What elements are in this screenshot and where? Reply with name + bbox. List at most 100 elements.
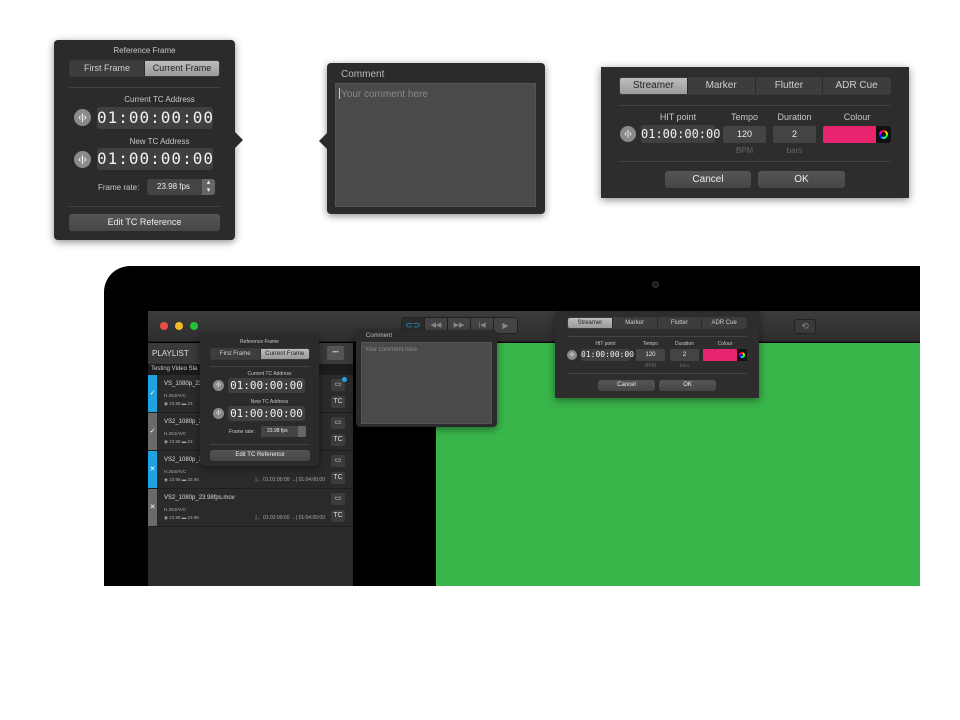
- edit-tc-reference-button[interactable]: Edit TC Reference: [69, 214, 220, 231]
- video-fps: 23: [187, 401, 193, 406]
- duration-input[interactable]: 2: [670, 349, 699, 361]
- frame-rate-value: 23.98 fps: [267, 428, 288, 434]
- fps: 23.98: [169, 515, 181, 520]
- comment-textarea[interactable]: Your comment here: [335, 83, 536, 207]
- codec: H.264/AVC: [164, 507, 187, 512]
- colour-picker-button[interactable]: [876, 126, 891, 143]
- edit-tc-reference-button[interactable]: Edit TC Reference: [210, 450, 310, 461]
- codec: H.264/AVC: [164, 393, 187, 398]
- status-icon: ✕: [149, 504, 156, 511]
- ok-button[interactable]: OK: [659, 380, 716, 391]
- tab-streamer[interactable]: Streamer: [620, 78, 688, 94]
- tab-adr-cue[interactable]: ADR Cue: [823, 78, 890, 94]
- color-wheel-icon: [739, 352, 745, 358]
- mini-tc-popover: Reference Frame First Frame Current Fram…: [200, 334, 319, 466]
- comment-placeholder: Your comment here: [341, 89, 428, 100]
- codec: H.264/AVC: [164, 431, 187, 436]
- comment-title: Comment: [341, 69, 385, 80]
- tab-flutter[interactable]: Flutter: [756, 78, 824, 94]
- first-frame-segment[interactable]: First Frame: [211, 349, 261, 359]
- playlist-item[interactable]: ✕ VS2_1080p_23.98fps.mov H.264/AVC ◉ 23.98 …: [148, 489, 353, 527]
- cue-dialog: Streamer Marker Flutter ADR Cue HIT poin…: [601, 67, 909, 198]
- tab-marker[interactable]: Marker: [613, 318, 658, 328]
- popover-arrow: [235, 132, 243, 148]
- tempo-label: Tempo: [642, 341, 658, 347]
- new-tc-label: New TC Address: [129, 137, 190, 146]
- unread-dot-icon: [342, 377, 347, 382]
- zoom-window-button[interactable]: [190, 322, 198, 330]
- frame-rate-select[interactable]: 23.98 fps ▴ ▾: [147, 179, 215, 195]
- nudge-icon[interactable]: ‹|›: [620, 126, 636, 142]
- out-time: 01:04:00:00: [298, 515, 325, 521]
- first-frame-segment[interactable]: First Frame: [70, 61, 145, 76]
- frame-rate-select[interactable]: 23.98 fps: [261, 426, 306, 437]
- divider: [210, 444, 309, 445]
- frame-rates: ◉ 23.98 ▬ 23: [164, 439, 193, 444]
- tab-streamer[interactable]: Streamer: [568, 318, 613, 328]
- status-strip[interactable]: ✓: [148, 413, 157, 450]
- nudge-icon[interactable]: ‹|›: [213, 380, 224, 391]
- cancel-button[interactable]: Cancel: [598, 380, 655, 391]
- colour-picker-button[interactable]: [737, 349, 747, 361]
- status-strip[interactable]: ✓: [148, 375, 157, 412]
- current-frame-segment[interactable]: Current Frame: [260, 349, 309, 359]
- frame-rates: ◉ 23.98 ▬ 23.98: [164, 515, 199, 520]
- loop-icon[interactable]: ⟲: [794, 319, 816, 334]
- more-options-button[interactable]: •••: [327, 346, 344, 360]
- tab-marker[interactable]: Marker: [688, 78, 756, 94]
- file-name: VS2_1080p_23.98fps.mov: [164, 495, 235, 501]
- tc-button[interactable]: TC: [331, 472, 345, 484]
- status-strip[interactable]: ✕: [148, 489, 157, 526]
- nudge-icon[interactable]: ‹|›: [74, 151, 91, 168]
- mini-comment-popover: Comment Your comment here: [356, 330, 497, 427]
- tc-button[interactable]: TC: [331, 434, 345, 446]
- divider: [567, 336, 747, 337]
- divider: [69, 87, 220, 88]
- hit-point-label: HIT point: [659, 112, 697, 122]
- tempo-unit: BPM: [735, 146, 754, 155]
- status-strip[interactable]: ✕: [148, 451, 157, 488]
- reference-frame-label: Reference Frame: [240, 339, 279, 345]
- in-out-times: |← 01:02:00:00 →| 01:04:00:00: [255, 515, 325, 521]
- file-name: VS_1080p_23: [164, 381, 203, 387]
- close-window-button[interactable]: [160, 322, 168, 330]
- codec: H.264/AVC: [164, 469, 187, 474]
- ok-button[interactable]: OK: [758, 171, 845, 188]
- cancel-button[interactable]: Cancel: [665, 171, 751, 188]
- hit-point-input[interactable]: 01:00:00:00: [581, 349, 634, 361]
- current-frame-segment[interactable]: Current Frame: [145, 61, 219, 76]
- fps: 23.98: [169, 439, 181, 444]
- nudge-icon[interactable]: ‹|›: [567, 350, 577, 360]
- cue-type-tabs: Streamer Marker Flutter ADR Cue: [567, 317, 747, 329]
- new-tc-input[interactable]: 01:00:00:00: [228, 406, 305, 421]
- file-name: VS2_1080p_2: [164, 457, 203, 463]
- divider: [619, 105, 891, 106]
- duration-input[interactable]: 2: [773, 126, 816, 143]
- frame-rate-label: Frame rate:: [98, 183, 140, 192]
- tc-button[interactable]: TC: [331, 510, 345, 522]
- stepper-icon[interactable]: ▴ ▾: [202, 179, 215, 195]
- tab-flutter[interactable]: Flutter: [658, 318, 703, 328]
- tab-adr-cue[interactable]: ADR Cue: [702, 318, 746, 328]
- new-tc-input[interactable]: 01:00:00:00: [97, 148, 213, 170]
- frame-rate-label: Frame rate:: [229, 429, 255, 435]
- video-fps: 23: [187, 439, 193, 444]
- comment-icon[interactable]: ▭: [331, 493, 345, 505]
- nudge-icon[interactable]: ‹|›: [74, 109, 91, 126]
- hit-point-input[interactable]: 01:00:00:00: [641, 125, 720, 143]
- tempo-input[interactable]: 120: [723, 126, 766, 143]
- comment-textarea[interactable]: Your comment here: [361, 342, 492, 424]
- out-time: 01:04:00:00: [298, 477, 325, 483]
- in-time: 01:02:00:00: [263, 515, 290, 521]
- stepper-icon[interactable]: [298, 426, 306, 437]
- video-fps: 23.98: [187, 515, 199, 520]
- comment-icon[interactable]: ▭: [331, 455, 345, 467]
- tempo-input[interactable]: 120: [636, 349, 665, 361]
- status-icon: ✕: [149, 466, 156, 473]
- tc-button[interactable]: TC: [331, 396, 345, 408]
- nudge-icon[interactable]: ‹|›: [213, 408, 224, 419]
- fps: 23.98: [169, 477, 181, 482]
- comment-icon[interactable]: ▭: [331, 417, 345, 429]
- play-icon[interactable]: ▶: [494, 318, 517, 333]
- minimize-window-button[interactable]: [175, 322, 183, 330]
